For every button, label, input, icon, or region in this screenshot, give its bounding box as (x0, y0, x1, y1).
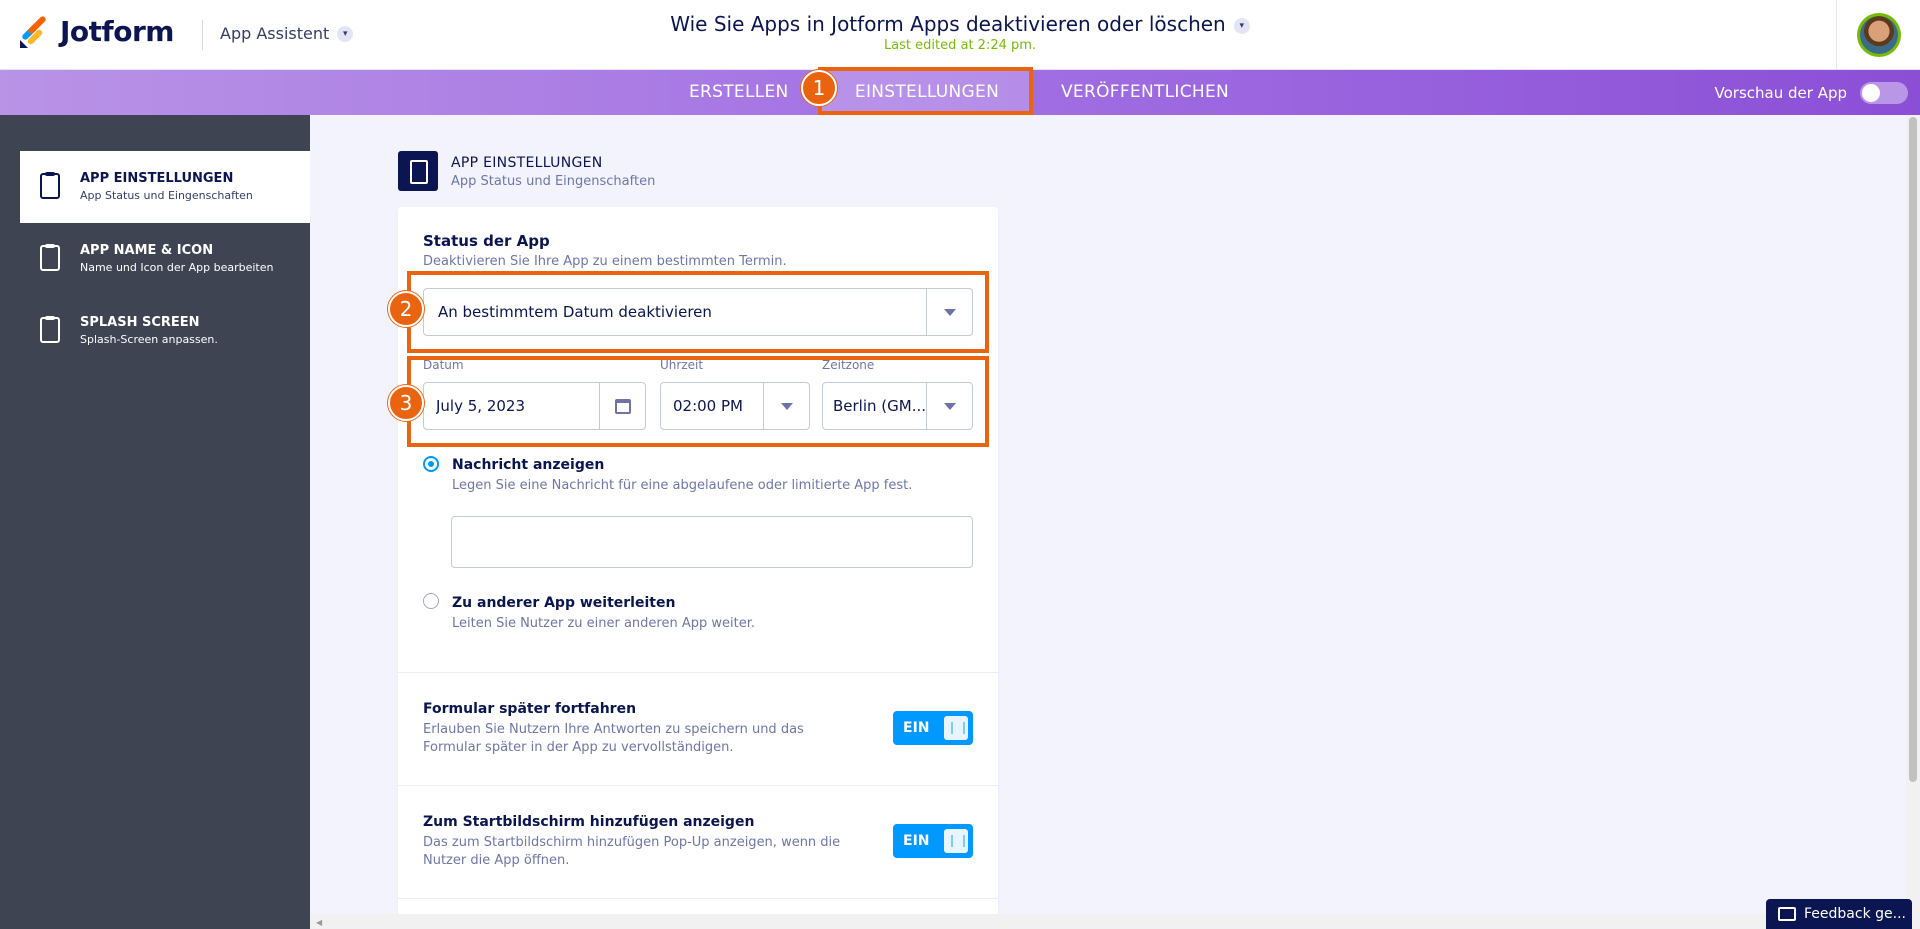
toggle-state: EIN (903, 720, 930, 736)
last-edited-status: Last edited at 2:24 pm. (883, 38, 1037, 53)
annotation-badge-2: 2 (388, 291, 424, 327)
feedback-button[interactable]: Feedback ge... (1766, 899, 1912, 929)
avatar[interactable] (1856, 13, 1901, 57)
annotation-badge-1: 1 (801, 70, 837, 106)
phone-edit-icon (40, 244, 60, 271)
annotation-box-1 (818, 67, 1033, 115)
feedback-icon (1778, 907, 1796, 921)
status-description: Deaktivieren Sie Ihre App zu einem besti… (423, 254, 787, 269)
clipboard-gear-icon (398, 151, 438, 191)
homescreen-description: Das zum Startbildschirm hinzufügen Pop-U… (423, 835, 841, 868)
horizontal-scrollbar[interactable]: ◀ (310, 914, 1920, 929)
vertical-scrollbar[interactable] (1906, 115, 1920, 914)
toggle-knob (944, 716, 968, 740)
message-option-description: Legen Sie eine Nachricht für eine abgela… (452, 478, 913, 493)
preview-label: Vorschau der App (1714, 84, 1847, 102)
preview-toggle[interactable] (1860, 82, 1908, 104)
sidebar-item-title: SPLASH SCREEN (80, 315, 200, 330)
annotation-box-2 (407, 271, 989, 353)
clipboard-edit-icon (40, 316, 60, 343)
sidebar-item-app-name-icon[interactable]: APP NAME & ICON Name und Icon der App be… (20, 223, 310, 295)
sidebar-item-sub: Splash-Screen anpassen. (80, 333, 218, 346)
clipboard-gear-icon (40, 172, 60, 199)
scroll-left-icon[interactable]: ◀ (316, 918, 322, 927)
app-title-text: Wie Sie Apps in Jotform Apps deaktiviere… (670, 12, 1226, 36)
tab-veroeffentlichen[interactable]: VERÖFFENTLICHEN (1061, 70, 1229, 115)
divider (398, 785, 998, 786)
scrollbar-thumb[interactable] (1909, 117, 1917, 782)
tab-erstellen[interactable]: ERSTELLEN (689, 70, 789, 115)
continue-later-toggle[interactable]: EIN (893, 711, 973, 745)
sidebar-item-app-settings[interactable]: APP EINSTELLUNGEN App Status und Eingens… (20, 151, 310, 223)
divider (398, 898, 998, 899)
homescreen-toggle[interactable]: EIN (893, 824, 973, 858)
redirect-option-description: Leiten Sie Nutzer zu einer anderen App w… (452, 616, 755, 631)
section-title: APP EINSTELLUNGEN (451, 155, 603, 171)
message-option-label[interactable]: Nachricht anzeigen (452, 457, 604, 473)
radio-redirect[interactable] (423, 593, 439, 609)
radio-message[interactable] (423, 456, 439, 472)
homescreen-label: Zum Startbildschirm hinzufügen anzeigen (423, 814, 755, 830)
settings-sidebar: APP EINSTELLUNGEN App Status und Eingens… (0, 115, 310, 929)
redirect-option-label[interactable]: Zu anderer App weiterleiten (452, 595, 675, 611)
sidebar-item-sub: App Status und Eingenschaften (80, 189, 253, 202)
toggle-knob (944, 829, 968, 853)
sidebar-item-title: APP EINSTELLUNGEN (80, 171, 234, 186)
continue-later-description: Erlauben Sie Nutzern Ihre Antworten zu s… (423, 722, 804, 755)
app-title[interactable]: Wie Sie Apps in Jotform Apps deaktiviere… (0, 12, 1920, 36)
continue-later-label: Formular später fortfahren (423, 701, 637, 717)
status-label: Status der App (423, 232, 550, 250)
annotation-badge-3: 3 (388, 385, 424, 421)
message-input[interactable] (451, 516, 973, 568)
toggle-state: EIN (903, 833, 930, 849)
sidebar-item-sub: Name und Icon der App bearbeiten (80, 261, 274, 274)
section-subtitle: App Status und Eingenschaften (451, 174, 656, 189)
top-header: Jotform App Assistent ▾ Wie Sie Apps in … (0, 0, 1920, 70)
divider (398, 672, 998, 673)
feedback-label: Feedback ge... (1804, 906, 1906, 922)
annotation-box-3 (407, 356, 989, 447)
sidebar-item-splash-screen[interactable]: SPLASH SCREEN Splash-Screen anpassen. (20, 295, 310, 367)
chevron-down-icon[interactable]: ▾ (1233, 17, 1250, 34)
settings-main: APP EINSTELLUNGEN App Status und Eingens… (310, 115, 1920, 929)
user-menu[interactable] (1836, 0, 1920, 70)
sidebar-item-title: APP NAME & ICON (80, 243, 214, 258)
